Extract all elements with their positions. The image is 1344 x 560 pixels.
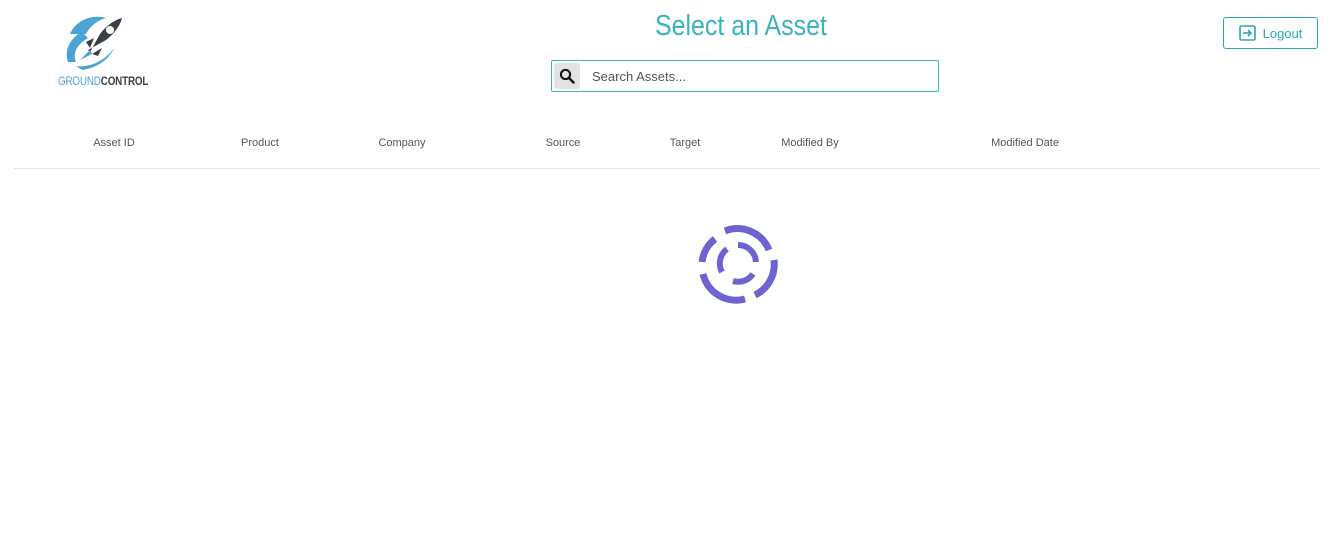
column-header-company[interactable]: Company (378, 137, 425, 149)
logout-label: Logout (1262, 25, 1303, 41)
search-button[interactable] (554, 63, 580, 89)
logo-wordmark: GROUNDCONTROL (58, 74, 148, 88)
logout-icon (1238, 25, 1256, 41)
logo-text-control: CONTROL (100, 74, 149, 88)
page-title-text: Select an Asset (655, 10, 827, 42)
column-header-modified-by[interactable]: Modified By (781, 137, 838, 149)
column-header-modified-date[interactable]: Modified Date (991, 137, 1059, 149)
page-title: Select an Asset (0, 10, 1344, 43)
search-bar (551, 60, 939, 92)
column-header-asset-id[interactable]: Asset ID (93, 137, 135, 149)
column-header-source[interactable]: Source (546, 137, 581, 149)
search-input[interactable] (592, 64, 912, 88)
logout-button[interactable]: Logout (1223, 17, 1318, 49)
asset-table-header: Asset ID Product Company Source Target M… (14, 128, 1320, 169)
column-header-product[interactable]: Product (241, 137, 279, 149)
asset-selection-page: GROUNDCONTROL Select an Asset Logout Ass… (0, 0, 1344, 560)
loading-spinner-icon (698, 225, 778, 304)
column-header-target[interactable]: Target (670, 137, 701, 149)
loading-spinner (697, 222, 779, 304)
logo-text-ground: GROUND (58, 74, 101, 88)
search-icon (559, 68, 575, 84)
